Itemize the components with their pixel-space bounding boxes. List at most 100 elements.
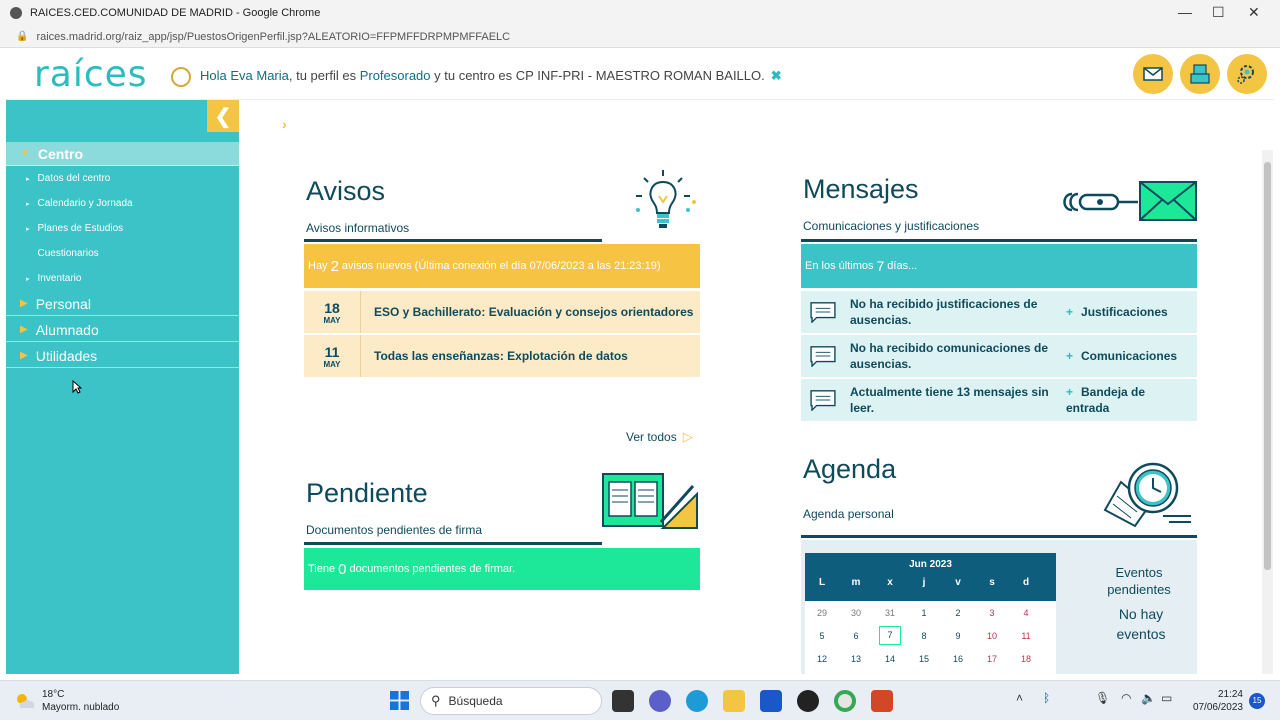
calendar-day[interactable]: 3 — [975, 608, 1009, 618]
collapse-sidebar-button[interactable]: ❮ — [207, 100, 239, 132]
wifi-icon[interactable]: ◠ — [1121, 691, 1131, 705]
profile-link[interactable]: Profesorado — [360, 68, 431, 83]
app-icon[interactable] — [797, 690, 819, 712]
sidebar-item-datos-centro[interactable]: ▸ Datos del centro — [26, 173, 110, 184]
clock-time: 21:24 — [1217, 689, 1243, 700]
aviso-month: MAY — [323, 315, 341, 325]
calendar-day[interactable]: 1 — [907, 608, 941, 618]
mensaje-text: No ha recibido justificaciones de ausenc… — [850, 297, 1038, 327]
calendar-day[interactable]: 16 — [941, 654, 975, 664]
close-window-icon[interactable]: ✕ — [1248, 4, 1260, 21]
settings-button[interactable] — [1227, 54, 1267, 94]
edge-icon[interactable] — [686, 690, 708, 712]
calendar-day[interactable]: 12 — [805, 654, 839, 664]
calendar-day[interactable]: 8 — [907, 631, 941, 641]
taskbar-search[interactable]: ⚲ Búsqueda — [420, 687, 602, 715]
sidebar-item-cuestionarios[interactable]: ▸Cuestionarios — [26, 248, 99, 259]
bandeja-entrada-link[interactable]: + Bandeja de entrada — [1060, 384, 1180, 416]
bluetooth-icon[interactable]: ᛒ — [1043, 691, 1050, 705]
agenda-panel: Jun 2023 L m x j v s d 29 30 31 1 2 3 4 … — [801, 540, 1197, 674]
url-text[interactable]: raices.madrid.org/raiz_app/jsp/PuestosOr… — [36, 31, 510, 43]
sidebar-item-label: Cuestionarios — [37, 248, 99, 259]
weather-widget[interactable]: 18°C Mayorm. nublado — [14, 688, 119, 714]
calendar-day[interactable]: 9 — [941, 631, 975, 641]
aviso-item[interactable]: 18 MAY ESO y Bachillerato: Evaluación y c… — [304, 291, 700, 333]
windows-start-icon[interactable] — [390, 691, 409, 710]
calendar-week: 29 30 31 1 2 3 4 — [805, 601, 1056, 624]
comunicaciones-link[interactable]: + Comunicaciones — [1060, 348, 1177, 364]
raices-logo[interactable]: raíces — [34, 54, 148, 95]
calendar-day[interactable]: 5 — [805, 631, 839, 641]
sidebar-item-calendario[interactable]: ▸ Calendario y Jornada — [26, 198, 133, 209]
teams-icon[interactable] — [649, 690, 671, 712]
agenda-title: Agenda — [803, 454, 897, 484]
store-icon[interactable] — [760, 690, 782, 712]
ver-todos-link[interactable]: Ver todos ▷ — [626, 429, 693, 445]
calendar-day[interactable]: 29 — [805, 608, 839, 618]
calendar-day[interactable]: 13 — [839, 654, 873, 664]
no-eventos-text: No hay eventos — [1116, 606, 1166, 642]
sidebar-item-planes[interactable]: ▸ Planes de Estudios — [26, 223, 123, 234]
chevron-up-icon[interactable]: ˄ — [1016, 691, 1023, 705]
calendar-day[interactable]: 2 — [941, 608, 975, 618]
calendar-month[interactable]: Jun 2023 — [805, 553, 1056, 577]
lightbulb-icon — [636, 170, 696, 228]
triangle-right-icon: ▸ — [26, 175, 30, 183]
task-view-icon[interactable] — [612, 690, 634, 712]
file-explorer-icon[interactable] — [723, 690, 745, 712]
aviso-text[interactable]: ESO y Bachillerato: Evaluación y consejo… — [361, 304, 693, 320]
aviso-item[interactable]: 11 MAY Todas las enseñanzas: Explotación … — [304, 335, 700, 377]
calendar-day[interactable]: 31 — [873, 608, 907, 618]
microphone-icon[interactable]: 🎙 — [1095, 691, 1110, 705]
calendar-day-today[interactable]: 7 — [879, 626, 901, 645]
clock[interactable]: 21:24 07/06/2023 — [1183, 688, 1243, 714]
battery-icon[interactable]: ▭ — [1161, 691, 1172, 705]
sidebar-item-label: Alumnado — [35, 321, 99, 338]
calendar-day[interactable]: 10 — [975, 631, 1009, 641]
mensaje-row-justificaciones: No ha recibido justificaciones de ausenc… — [801, 291, 1197, 333]
mensajes-banner: En los últimos 7 días... — [801, 244, 1197, 288]
triangle-right-icon: ▶ — [20, 298, 28, 309]
calendar-day[interactable]: 14 — [873, 654, 907, 664]
triangle-right-icon: ▸ — [26, 225, 30, 233]
greeting: Hola Eva Maria, tu perfil es Profesorado… — [200, 68, 782, 84]
mensaje-row-comunicaciones: No ha recibido comunicaciones de ausenci… — [801, 335, 1197, 377]
aviso-text[interactable]: Todas las enseñanzas: Explotación de dat… — [361, 348, 628, 364]
calendar-day[interactable]: 4 — [1009, 608, 1043, 618]
minimize-icon[interactable]: — — [1178, 4, 1192, 20]
sidebar-item-utilidades[interactable]: ▶ Utilidades — [6, 344, 239, 368]
powerpoint-icon[interactable] — [871, 690, 893, 712]
mail-button[interactable] — [1133, 54, 1173, 94]
documents-button[interactable] — [1180, 54, 1220, 94]
aviso-month: MAY — [323, 359, 341, 369]
justificaciones-link[interactable]: + Justificaciones — [1060, 304, 1168, 320]
pendiente-title: Pendiente — [306, 478, 428, 508]
mail-icon — [1143, 67, 1163, 81]
address-bar[interactable]: 🔒 raices.madrid.org/raiz_app/jsp/Puestos… — [0, 26, 1280, 48]
scrollbar-thumb[interactable] — [1264, 162, 1271, 570]
sidebar-item-label: Inventario — [37, 273, 82, 284]
window-title: RAICES.CED.COMUNIDAD DE MADRID - Google … — [30, 7, 321, 19]
sidebar-item-personal[interactable]: ▶ Personal — [6, 292, 239, 316]
calendar-day[interactable]: 17 — [975, 654, 1009, 664]
calendar-day[interactable]: 6 — [839, 631, 873, 641]
calendar-day[interactable]: 11 — [1009, 631, 1043, 641]
sidebar-item-inventario[interactable]: ▸ Inventario — [26, 273, 81, 284]
banner-text: Hay — [308, 260, 328, 272]
calendar-day[interactable]: 15 — [907, 654, 941, 664]
sidebar-item-centro[interactable]: ▼ Centro — [6, 142, 239, 166]
change-profile-icon[interactable]: ✖ — [771, 68, 782, 83]
calendar-day[interactable]: 30 — [839, 608, 873, 618]
calendar-day[interactable]: 18 — [1009, 654, 1043, 664]
maximize-icon[interactable]: ☐ — [1212, 4, 1225, 21]
volume-icon[interactable]: 🔈 — [1141, 691, 1156, 705]
avisos-title: Avisos — [306, 176, 386, 206]
notification-badge[interactable]: 15 — [1249, 693, 1265, 709]
search-icon: ⚲ — [431, 693, 441, 708]
weekday-label: v — [955, 577, 961, 588]
pendiente-divider — [304, 542, 602, 545]
sidebar-item-alumnado[interactable]: ▶ Alumnado — [6, 318, 239, 342]
lock-icon[interactable]: 🔒 — [16, 31, 28, 42]
chrome-icon[interactable] — [834, 690, 856, 712]
pendientes-count: 0 — [338, 560, 347, 578]
